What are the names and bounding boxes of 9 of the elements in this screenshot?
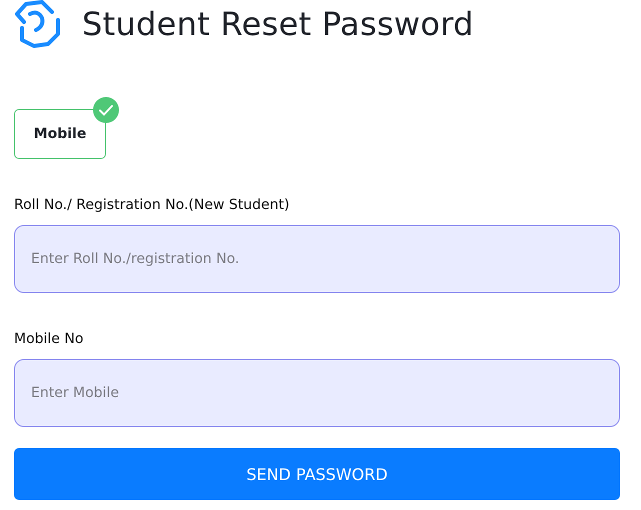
field-label: Roll No./ Registration No.(New Student) — [14, 197, 290, 213]
page-title: Student Reset Password — [82, 5, 474, 43]
send-password-button[interactable]: SEND PASSWORD — [14, 448, 620, 500]
logo-icon — [14, 0, 62, 48]
field-label: Mobile No — [14, 331, 84, 347]
option-tab[interactable]: Mobile — [14, 109, 106, 159]
input-field[interactable]: Enter Mobile — [14, 359, 620, 427]
input-field[interactable]: Enter Roll No./registration No. — [14, 225, 620, 293]
check-icon — [93, 97, 119, 123]
